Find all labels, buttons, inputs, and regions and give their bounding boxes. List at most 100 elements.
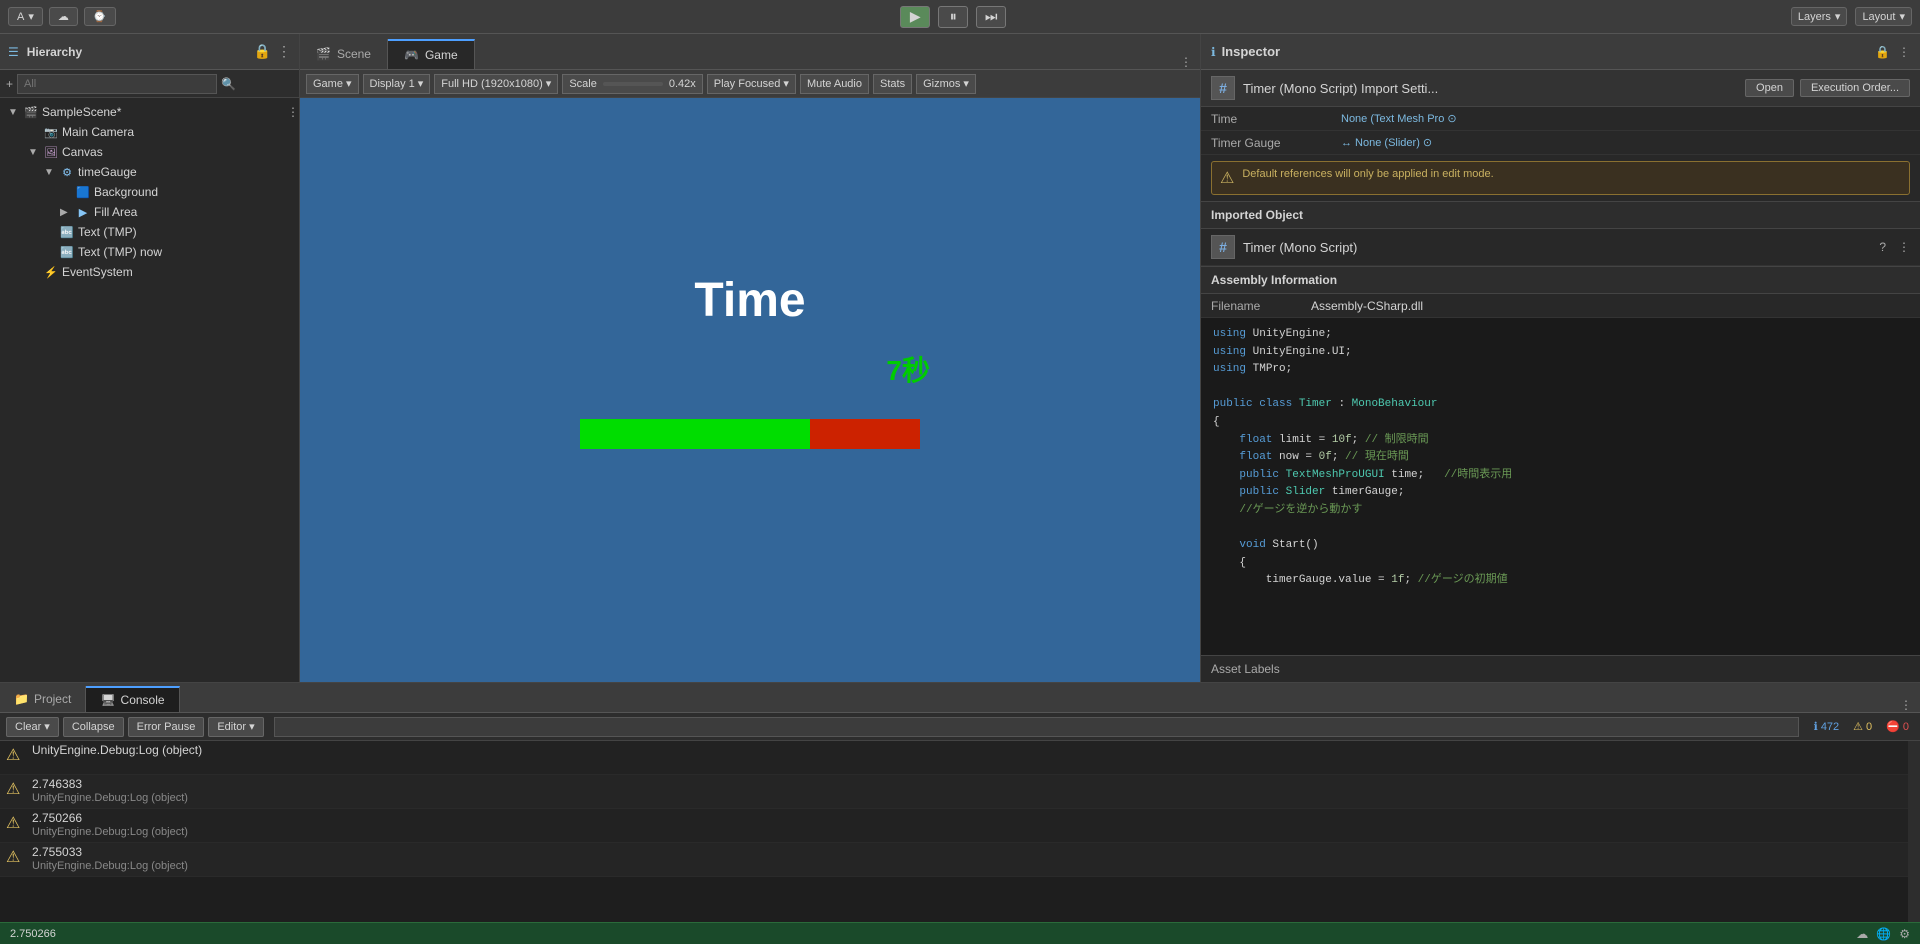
step-button[interactable]: ⏭ — [976, 6, 1006, 28]
settings-icon[interactable]: ⚙ — [1899, 927, 1910, 941]
entry-value-0: UnityEngine.Debug:Log (object) — [32, 743, 202, 757]
warn-icon: ⚠ — [6, 847, 26, 867]
editor-dropdown[interactable]: Editor ▾ — [208, 717, 263, 737]
inspector-icon: ℹ — [1211, 45, 1216, 59]
console-entry-0[interactable]: ⚠ UnityEngine.Debug:Log (object) — [0, 741, 1920, 775]
console-tab-label: Console — [121, 693, 165, 707]
chevron-down-icon: ▾ — [1835, 10, 1841, 23]
chevron-icon: ▾ — [44, 720, 50, 733]
game-display-dropdown[interactable]: Game ▾ — [306, 74, 359, 94]
gizmos-button[interactable]: Gizmos ▾ — [916, 74, 976, 94]
stats-button[interactable]: Stats — [873, 74, 912, 94]
timergauge-field-value[interactable]: ↔ None (Slider) ⊙ — [1341, 136, 1432, 149]
imported-obj-name: Timer (Mono Script) — [1243, 240, 1871, 255]
tree-item-timegauge[interactable]: ▼ ⚙ timeGauge — [0, 162, 299, 182]
tree-label-background: Background — [94, 185, 158, 199]
main-content: ☰ Hierarchy 🔒 ⋮ + 🔍 ▼ 🎬 SampleScene* ⋮ ▷ — [0, 34, 1920, 682]
chevron-icon: ▾ — [963, 77, 969, 90]
hierarchy-icons: 🔒 ⋮ — [254, 43, 291, 60]
warning-icon: ⚠ — [1220, 168, 1234, 188]
cloud-button[interactable]: ☁ — [49, 7, 78, 26]
scale-control[interactable]: Scale 0.42x — [562, 74, 702, 94]
hierarchy-title: Hierarchy — [27, 45, 82, 59]
filename-label: Filename — [1211, 299, 1311, 313]
play-focused-dropdown[interactable]: Play Focused ▾ — [707, 74, 796, 94]
tab-game[interactable]: 🎮 Game — [388, 39, 475, 69]
game-toolbar: Game ▾ Display 1 ▾ Full HD (1920x1080) ▾… — [300, 70, 1200, 98]
clear-dropdown[interactable]: Clear ▾ — [6, 717, 59, 737]
filename-row: Filename Assembly-CSharp.dll — [1201, 294, 1920, 318]
tree-arrow: ▷ — [44, 227, 56, 238]
search-icon: 🔍 — [221, 77, 236, 91]
console-entry-2[interactable]: ⚠ 2.750266 UnityEngine.Debug:Log (object… — [0, 809, 1920, 843]
network-icon[interactable]: 🌐 — [1876, 927, 1891, 941]
code-line-11: //ゲージを逆から動かす — [1213, 502, 1908, 520]
display1-dropdown[interactable]: Display 1 ▾ — [363, 74, 431, 94]
entry-value-3: 2.755033 — [32, 845, 188, 859]
more-icon[interactable]: ⋮ — [277, 43, 291, 60]
exec-order-button[interactable]: Execution Order... — [1800, 79, 1910, 97]
tree-item-eventsystem[interactable]: ▷ ⚡ EventSystem — [0, 262, 299, 282]
tree-item-canvas[interactable]: ▼ 🖼 Canvas — [0, 142, 299, 162]
tree-item-text-tmp[interactable]: ▷ 🔤 Text (TMP) — [0, 222, 299, 242]
console-scrollbar[interactable] — [1908, 741, 1920, 922]
cloud-status-icon[interactable]: ☁ — [1856, 927, 1868, 941]
hierarchy-tree: ▼ 🎬 SampleScene* ⋮ ▷ 📷 Main Camera ▼ 🖼 C… — [0, 98, 299, 682]
assembly-label: Assembly Information — [1211, 273, 1337, 287]
console-search-input[interactable] — [274, 717, 1799, 737]
inspector-body: # Timer (Mono Script) Import Setti... Op… — [1201, 70, 1920, 682]
step-icon: ⏭ — [985, 8, 998, 25]
console-entry-1[interactable]: ⚠ 2.746383 UnityEngine.Debug:Log (object… — [0, 775, 1920, 809]
tab-console[interactable]: 🖥 Console — [86, 686, 179, 712]
resolution-label: Full HD (1920x1080) — [441, 78, 543, 90]
hierarchy-search-input[interactable] — [17, 74, 217, 94]
tab-project[interactable]: 📁 Project — [0, 686, 86, 712]
more-icon[interactable]: ⋮ — [1180, 55, 1192, 69]
tree-label-maincamera: Main Camera — [62, 125, 134, 139]
tree-item-fillarea[interactable]: ▶ ▶ Fill Area — [0, 202, 299, 222]
toolbar-center: ▶ ⏸ ⏭ — [122, 6, 1785, 28]
code-line-4 — [1213, 379, 1908, 397]
lock-icon[interactable]: 🔒 — [1875, 45, 1890, 59]
plus-icon[interactable]: + — [6, 77, 13, 91]
error-pause-button[interactable]: Error Pause — [128, 717, 205, 737]
tree-item-samplescene[interactable]: ▼ 🎬 SampleScene* ⋮ — [0, 102, 299, 122]
hierarchy-icon: ☰ — [8, 45, 19, 59]
code-line-15: timerGauge.value = 1f; //ゲージの初期値 — [1213, 572, 1908, 590]
tab-scene[interactable]: 🎬 Scene — [300, 39, 388, 69]
account-button[interactable]: A ▾ — [8, 7, 43, 26]
question-icon[interactable]: ? — [1879, 240, 1886, 254]
component-buttons: Open Execution Order... — [1745, 79, 1910, 97]
lock-icon[interactable]: 🔒 — [254, 43, 271, 60]
mute-audio-button[interactable]: Mute Audio — [800, 74, 869, 94]
imported-object-label: Imported Object — [1211, 208, 1303, 222]
tree-item-text-tmp-now[interactable]: ▷ 🔤 Text (TMP) now — [0, 242, 299, 262]
console-entry-3[interactable]: ⚠ 2.755033 UnityEngine.Debug:Log (object… — [0, 843, 1920, 877]
pause-button[interactable]: ⏸ — [938, 6, 968, 28]
layers-dropdown[interactable]: Layers ▾ — [1791, 7, 1848, 26]
resolution-dropdown[interactable]: Full HD (1920x1080) ▾ — [434, 74, 558, 94]
bottom-tab-bar: 📁 Project 🖥 Console ⋮ — [0, 683, 1920, 713]
field-row-timergauge: Timer Gauge ↔ None (Slider) ⊙ — [1201, 131, 1920, 155]
play-button[interactable]: ▶ — [900, 6, 930, 28]
chevron-icon: ▾ — [346, 77, 352, 90]
tree-item-maincamera[interactable]: ▷ 📷 Main Camera — [0, 122, 299, 142]
tree-label-timegauge: timeGauge — [78, 165, 137, 179]
scale-slider[interactable] — [603, 82, 663, 86]
tree-arrow: ▷ — [28, 267, 40, 278]
more-icon[interactable]: ⋮ — [1898, 240, 1910, 254]
history-button[interactable]: ⌚ — [84, 7, 116, 26]
pause-icon: ⏸ — [950, 8, 957, 25]
asset-labels-label: Asset Labels — [1211, 662, 1280, 676]
field-value-timergauge: ↔ None (Slider) ⊙ — [1341, 136, 1910, 149]
layout-dropdown[interactable]: Layout ▾ — [1855, 7, 1912, 26]
more-icon[interactable]: ⋮ — [1898, 45, 1910, 59]
more-icon[interactable]: ⋮ — [1900, 698, 1912, 712]
tree-item-background[interactable]: ▷ 🟦 Background — [0, 182, 299, 202]
status-icons-right: ☁ 🌐 ⚙ — [1856, 927, 1910, 941]
entry-source-2: UnityEngine.Debug:Log (object) — [32, 826, 188, 838]
more-icon[interactable]: ⋮ — [287, 105, 299, 119]
open-button[interactable]: Open — [1745, 79, 1794, 97]
collapse-button[interactable]: Collapse — [63, 717, 124, 737]
time-field-value[interactable]: None (Text Mesh Pro ⊙ — [1341, 112, 1457, 125]
